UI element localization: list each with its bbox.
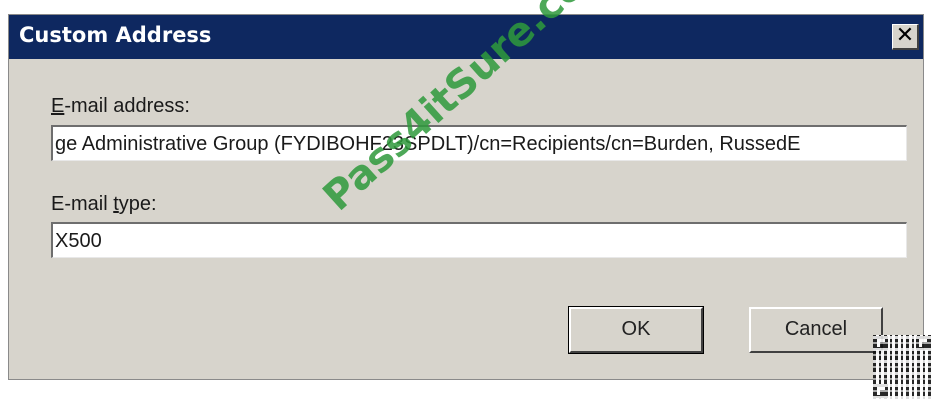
ok-button[interactable]: OK [568,306,704,354]
email-address-label: E-mail address: [51,95,190,118]
close-button[interactable]: ✕ [892,24,919,50]
qr-finder-bottom-left [874,384,888,398]
email-type-label-pre: E-mail [51,193,114,215]
email-address-field[interactable]: ge Administrative Group (FYDIBOHF23SPDLT… [51,125,907,161]
qr-finder-top-left [874,336,888,350]
email-type-label: E-mail type: [51,193,157,216]
email-address-label-accelerator: E [51,95,65,117]
email-address-label-text: -mail address: [64,95,190,117]
cancel-button[interactable]: Cancel [749,307,883,353]
email-type-label-post: ype: [118,193,157,215]
dialog-title: Custom Address [19,23,212,47]
qr-code-icon [873,335,931,399]
title-bar[interactable]: Custom Address ✕ [9,15,923,59]
close-icon: ✕ [895,23,915,48]
email-type-field[interactable]: X500 [51,222,907,258]
qr-finder-top-right [916,336,930,350]
custom-address-dialog: Custom Address ✕ E-mail address: ge Admi… [8,14,924,380]
